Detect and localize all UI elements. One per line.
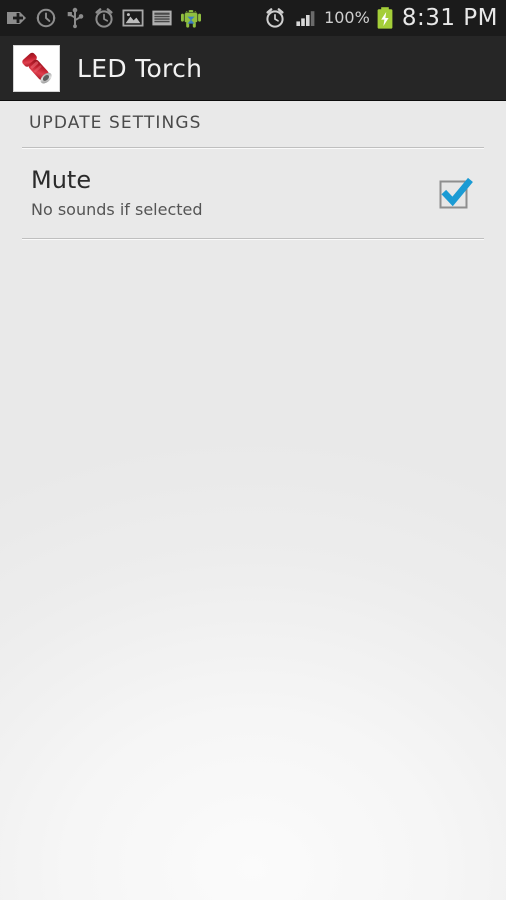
signal-bars-icon xyxy=(293,5,319,31)
status-bar-system-icons: 100% 8:31 PM xyxy=(262,5,500,31)
clock-time-label: 8:31 PM xyxy=(401,4,498,31)
section-header-update-settings: UPDATE SETTINGS xyxy=(29,113,202,133)
compass-navigation-icon xyxy=(33,5,59,31)
status-bar[interactable]: 100% 8:31 PM xyxy=(0,0,506,36)
settings-content: UPDATE SETTINGS Mute No sounds if select… xyxy=(0,101,506,900)
alarm-clock-icon xyxy=(91,5,117,31)
image-photo-icon xyxy=(120,5,146,31)
flashlight-torch-icon[interactable] xyxy=(13,44,60,92)
status-bar-notification-icons xyxy=(4,5,204,31)
android-robot-icon xyxy=(178,5,204,31)
alarm-clock-icon xyxy=(262,5,288,31)
battery-percent-label: 100% xyxy=(324,8,370,27)
section-divider-bottom xyxy=(22,238,484,239)
preference-title: Mute xyxy=(31,165,92,194)
add-plus-icon xyxy=(4,5,30,31)
app-screen: 100% 8:31 PM LED Torch UPDATE SETTINGS M… xyxy=(0,0,506,900)
usb-icon xyxy=(62,5,88,31)
list-document-icon xyxy=(149,5,175,31)
mute-checkbox[interactable] xyxy=(435,173,475,213)
preference-summary: No sounds if selected xyxy=(31,199,203,219)
app-title: LED Torch xyxy=(77,53,203,83)
preference-row-mute[interactable]: Mute No sounds if selected xyxy=(0,148,506,238)
action-bar[interactable]: LED Torch xyxy=(0,36,506,101)
battery-charging-icon xyxy=(375,5,395,31)
preference-text-group: Mute No sounds if selected xyxy=(31,165,435,219)
